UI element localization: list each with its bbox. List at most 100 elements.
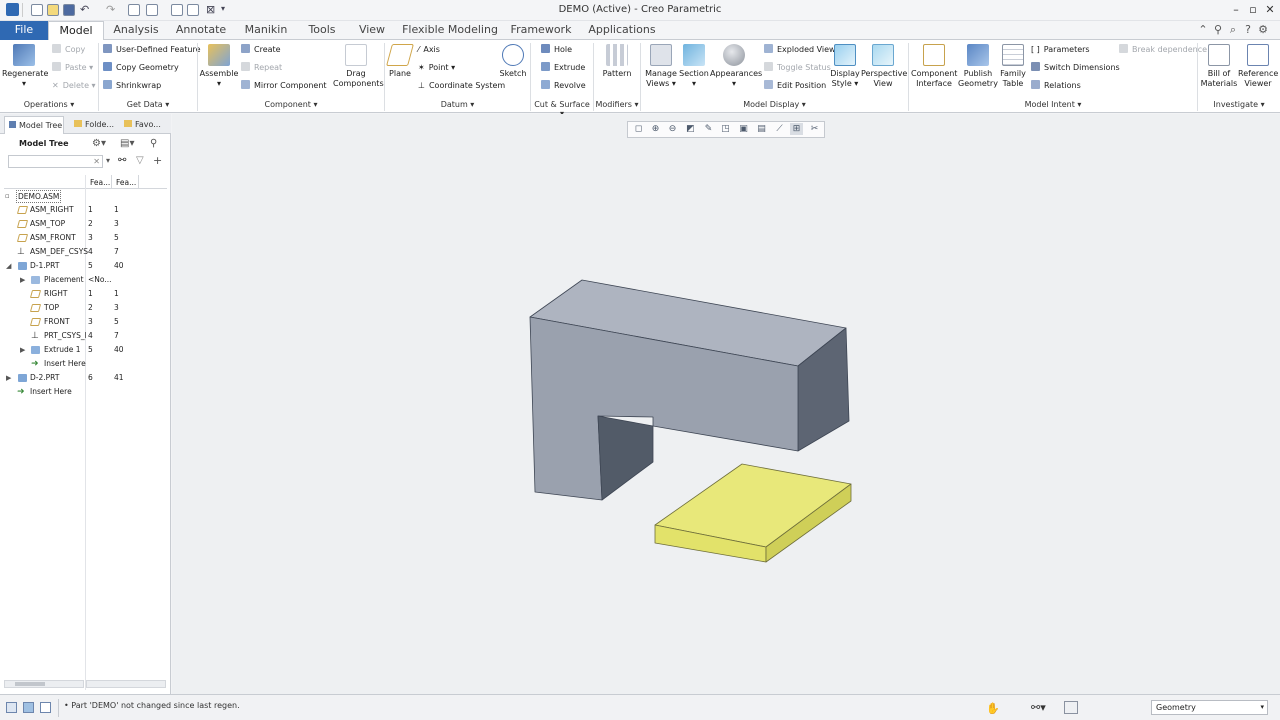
- browser-icon[interactable]: [23, 702, 34, 713]
- drag-components-button[interactable]: Drag Components: [333, 44, 384, 89]
- tree-row[interactable]: TOP 2 3: [0, 301, 170, 315]
- tab-folder-browser[interactable]: Folde...: [70, 116, 116, 134]
- tree-row[interactable]: ▫ DEMO.ASM: [0, 189, 170, 203]
- tree-row[interactable]: RIGHT 1 1: [0, 287, 170, 301]
- revolve-button[interactable]: Revolve: [541, 80, 586, 92]
- user-defined-feature-button[interactable]: User-Defined Feature: [103, 44, 201, 56]
- paste-button[interactable]: Paste ▾: [52, 62, 93, 74]
- tab-flexible-modeling[interactable]: Flexible Modeling: [400, 21, 500, 40]
- exploded-view-button[interactable]: Exploded View: [764, 44, 836, 56]
- manage-views-button[interactable]: Manage Views ▾: [644, 44, 678, 89]
- bill-of-materials-button[interactable]: Bill of Materials: [1200, 44, 1238, 89]
- tab-tools[interactable]: Tools: [298, 21, 346, 40]
- search-icon[interactable]: ⌕: [1226, 23, 1240, 37]
- section-button[interactable]: Section ▾: [678, 44, 710, 89]
- tab-favorites[interactable]: Favo...: [120, 116, 166, 134]
- tree-filters-icon[interactable]: ⚲: [150, 138, 157, 149]
- group-get-data[interactable]: Get Data ▾: [99, 100, 197, 111]
- group-model-intent[interactable]: Model Intent ▾: [909, 100, 1197, 111]
- show-icon[interactable]: ▤▾: [120, 138, 134, 149]
- shrinkwrap-button[interactable]: Shrinkwrap: [103, 80, 161, 92]
- tree-row[interactable]: ASM_RIGHT 1 1: [0, 203, 170, 217]
- tree-search-input[interactable]: ✕: [8, 155, 103, 168]
- component-interface-button[interactable]: Component Interface: [911, 44, 957, 89]
- tree-row[interactable]: ⊥ PRT_CSYS_DE 4 7: [0, 329, 170, 343]
- repeat-button[interactable]: Repeat: [241, 62, 282, 74]
- tree-row[interactable]: ▶ Extrude 1 5 40: [0, 343, 170, 357]
- group-investigate[interactable]: Investigate ▾: [1198, 100, 1280, 111]
- tab-manikin[interactable]: Manikin: [238, 21, 294, 40]
- mirror-component-button[interactable]: Mirror Component: [241, 80, 327, 92]
- copy-geometry-button[interactable]: Copy Geometry: [103, 62, 179, 74]
- find-icon[interactable]: ⚯▾: [1031, 701, 1046, 714]
- collapse-icon[interactable]: ▫: [5, 189, 10, 203]
- tree-row[interactable]: ⊥ ASM_DEF_CSYS 4 7: [0, 245, 170, 259]
- dropdown-icon[interactable]: ▾: [106, 156, 110, 165]
- relations-button[interactable]: Relations: [1031, 80, 1081, 92]
- help-icon[interactable]: ?: [1241, 23, 1255, 36]
- tree-row[interactable]: ➜ Insert Here: [0, 385, 170, 399]
- create-button[interactable]: Create: [241, 44, 281, 56]
- tab-model[interactable]: Model: [48, 21, 104, 41]
- toggle-status-button[interactable]: Toggle Status: [764, 62, 831, 74]
- scroll-thumb[interactable]: [15, 682, 45, 686]
- delete-button[interactable]: ✕ Delete ▾: [52, 80, 96, 92]
- regen-status-icon[interactable]: ✋: [986, 702, 1000, 715]
- tree-row[interactable]: FRONT 3 5: [0, 315, 170, 329]
- publish-geometry-button[interactable]: Publish Geometry: [957, 44, 999, 89]
- close-button[interactable]: ✕: [1261, 3, 1279, 16]
- expand-icon[interactable]: ▶: [6, 371, 11, 385]
- part-d1-gray-block[interactable]: [529, 279, 850, 501]
- break-dependence-button[interactable]: Break dependence: [1119, 44, 1207, 56]
- tab-analysis[interactable]: Analysis: [106, 21, 166, 40]
- expand-icon[interactable]: ▶: [20, 343, 25, 357]
- tab-annotate[interactable]: Annotate: [170, 21, 232, 40]
- group-datum[interactable]: Datum ▾: [385, 100, 530, 111]
- group-model-display[interactable]: Model Display ▾: [641, 100, 908, 111]
- expand-icon[interactable]: ▶: [20, 273, 25, 287]
- gear-icon[interactable]: ⚙: [1256, 23, 1270, 36]
- tab-framework[interactable]: Framework: [506, 21, 576, 40]
- family-table-button[interactable]: Family Table: [998, 44, 1028, 89]
- part-d2-yellow-plate[interactable]: [654, 463, 852, 563]
- group-modifiers[interactable]: Modifiers ▾: [594, 100, 640, 111]
- selection-list-icon[interactable]: [1064, 701, 1078, 714]
- axis-button[interactable]: ⁄ Axis: [418, 44, 440, 56]
- copy-button[interactable]: Copy: [52, 44, 85, 56]
- group-cut-surface[interactable]: Cut & Surface ▾: [531, 100, 593, 118]
- hole-button[interactable]: Hole: [541, 44, 572, 56]
- full-screen-icon[interactable]: [40, 702, 51, 713]
- tree-row[interactable]: ASM_TOP 2 3: [0, 217, 170, 231]
- group-component[interactable]: Component ▾: [198, 100, 384, 111]
- assemble-button[interactable]: Assemble ▾: [199, 44, 239, 89]
- tab-model-tree[interactable]: Model Tree: [4, 116, 64, 134]
- tree-row[interactable]: ◢ D-1.PRT 5 40: [0, 259, 170, 273]
- pattern-button[interactable]: Pattern: [600, 44, 634, 79]
- tree-row[interactable]: ASM_FRONT 3 5: [0, 231, 170, 245]
- switch-dimensions-button[interactable]: Switch Dimensions: [1031, 62, 1120, 74]
- tab-file[interactable]: File: [0, 21, 48, 40]
- extrude-button[interactable]: Extrude: [541, 62, 585, 74]
- appearances-button[interactable]: Appearances ▾: [710, 44, 762, 89]
- tab-applications[interactable]: Applications: [582, 21, 662, 40]
- edit-position-button[interactable]: Edit Position: [764, 80, 826, 92]
- coordinate-system-button[interactable]: ⊥ Coordinate System: [418, 80, 505, 92]
- column-header-feat-id[interactable]: Fea...: [116, 178, 136, 187]
- tree-row[interactable]: ➜ Insert Here: [0, 357, 170, 371]
- display-style-button[interactable]: Display Style ▾: [829, 44, 861, 89]
- maximize-button[interactable]: ▫: [1244, 3, 1262, 16]
- tab-view[interactable]: View: [350, 21, 394, 40]
- reference-viewer-button[interactable]: Reference Viewer: [1238, 44, 1278, 89]
- sketch-button[interactable]: Sketch: [499, 44, 527, 79]
- add-column-icon[interactable]: +: [153, 154, 162, 167]
- filter-icon[interactable]: ▽: [136, 155, 144, 166]
- tree-scrollbar-left[interactable]: [4, 680, 84, 688]
- toggle-navigator-icon[interactable]: [6, 702, 17, 713]
- minimize-ribbon-icon[interactable]: ⌃: [1196, 23, 1210, 36]
- regenerate-button[interactable]: Regenerate ▾: [2, 44, 48, 89]
- plane-button[interactable]: Plane: [386, 44, 414, 79]
- group-operations[interactable]: Operations ▾: [0, 100, 98, 111]
- tree-row[interactable]: ▶ Placement <No...: [0, 273, 170, 287]
- model-canvas[interactable]: [172, 114, 1280, 694]
- collapse-icon[interactable]: ◢: [6, 259, 11, 273]
